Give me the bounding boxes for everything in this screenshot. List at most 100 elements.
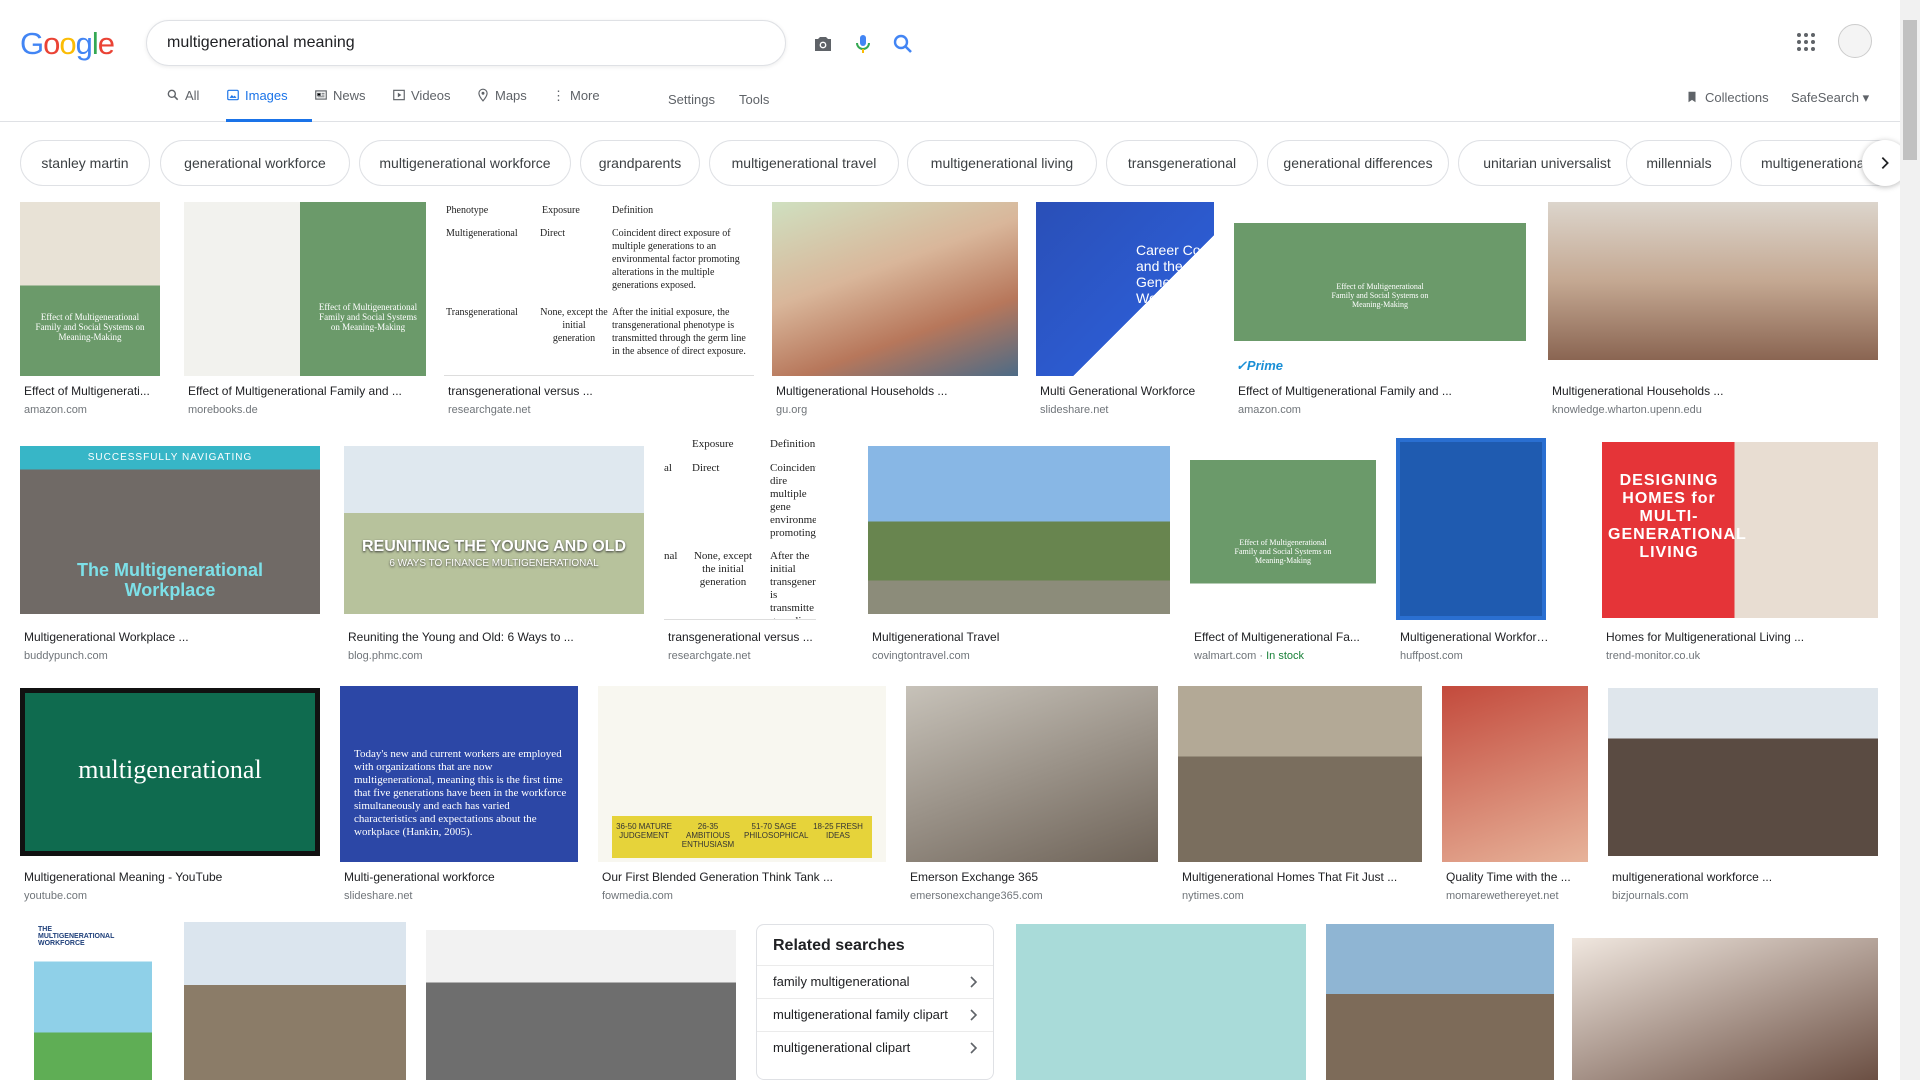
image-result[interactable]: Quality Time with the ... momarewetherey… bbox=[1442, 686, 1588, 906]
chevron-right-icon bbox=[970, 1042, 978, 1054]
chip[interactable]: multigenerational living bbox=[907, 140, 1097, 186]
tab-videos[interactable]: Videos bbox=[392, 88, 451, 122]
result-thumbnail[interactable]: SUCCESSFULLY NAVIGATING The Multigenerat… bbox=[20, 446, 320, 614]
tab-images[interactable]: Images bbox=[226, 88, 312, 122]
image-result[interactable] bbox=[1326, 924, 1554, 1080]
search-box bbox=[146, 20, 912, 66]
chip[interactable]: generational workforce bbox=[160, 140, 350, 186]
result-thumbnail[interactable] bbox=[1178, 686, 1422, 862]
image-result[interactable]: Effect of Multigenerational Family and S… bbox=[184, 202, 426, 422]
bookmark-icon bbox=[1688, 91, 1696, 103]
result-thumbnail[interactable] bbox=[906, 686, 1158, 862]
scrollbar-thumb[interactable] bbox=[1903, 20, 1917, 160]
caret-down-icon: ▾ bbox=[1862, 90, 1870, 105]
image-result[interactable]: 36-50 MATURE JUDGEMENT 26-35 AMBITIOUS E… bbox=[598, 686, 886, 906]
page-scrollbar[interactable] bbox=[1900, 0, 1920, 1080]
image-result[interactable]: Multigenerational Households ... knowled… bbox=[1548, 202, 1878, 422]
result-thumbnail[interactable]: multigenerational bbox=[20, 688, 320, 856]
chip[interactable]: grandparents bbox=[580, 140, 700, 186]
search-icon[interactable] bbox=[891, 32, 915, 56]
image-result[interactable]: Emerson Exchange 365 emersonexchange365.… bbox=[906, 686, 1158, 906]
result-source: walmart.com · In stock bbox=[1194, 650, 1305, 662]
chip[interactable]: generational differences bbox=[1267, 140, 1449, 186]
tab-maps[interactable]: Maps bbox=[476, 88, 527, 122]
chip[interactable]: stanley martin bbox=[20, 140, 150, 186]
top-header: Google All Images News Videos bbox=[0, 0, 1920, 122]
image-result[interactable]: Phenotype Exposure Definition Multigener… bbox=[444, 202, 754, 422]
result-thumbnail[interactable]: Today's new and current workers are empl… bbox=[340, 686, 578, 862]
chip[interactable]: multigenerational workforce bbox=[359, 140, 571, 186]
result-thumbnail[interactable]: 36-50 MATURE JUDGEMENT 26-35 AMBITIOUS E… bbox=[598, 686, 886, 862]
collections-link[interactable]: Collections bbox=[1685, 90, 1769, 105]
related-search-item[interactable]: multigenerational clipart bbox=[757, 1031, 993, 1064]
map-pin-icon bbox=[478, 88, 488, 102]
result-thumbnail[interactable]: Effect of Multigenerational Family and S… bbox=[1234, 202, 1526, 376]
result-thumbnail[interactable]: Effect of Multigenerational Family and S… bbox=[20, 202, 160, 376]
image-result[interactable]: Multigenerational Homes That Fit Just ..… bbox=[1178, 686, 1422, 906]
camera-icon[interactable] bbox=[811, 32, 835, 56]
result-thumbnail[interactable] bbox=[1396, 438, 1546, 620]
chip[interactable]: millennials bbox=[1626, 140, 1732, 186]
result-thumbnail[interactable] bbox=[868, 446, 1170, 614]
result-thumbnail[interactable] bbox=[772, 202, 1018, 376]
image-result[interactable]: Effect of Multigenerational Family and S… bbox=[20, 202, 160, 422]
chevron-right-icon bbox=[1881, 157, 1889, 169]
google-logo[interactable]: Google bbox=[20, 26, 115, 62]
result-thumbnail[interactable] bbox=[1326, 924, 1554, 1080]
image-result[interactable]: Multigenerational Workforce ... huffpost… bbox=[1396, 438, 1550, 666]
microphone-icon[interactable] bbox=[851, 32, 875, 56]
tab-tools[interactable]: Tools bbox=[739, 92, 769, 107]
image-result[interactable]: THE MULTIGENERATIONAL WORKFORCE bbox=[20, 922, 164, 1080]
result-thumbnail[interactable]: Effect of Multigenerational Family and S… bbox=[184, 202, 426, 376]
related-search-item[interactable]: family multigenerational bbox=[757, 965, 993, 998]
result-thumbnail[interactable] bbox=[1016, 924, 1306, 1080]
result-thumbnail[interactable]: Exposure Definition al Direct Coincident… bbox=[664, 438, 816, 620]
chip[interactable]: transgenerational bbox=[1106, 140, 1258, 186]
image-result[interactable]: REUNITING THE YOUNG AND OLD 6 WAYS TO FI… bbox=[344, 438, 644, 666]
result-thumbnail[interactable]: Effect of Multigenerational Family and S… bbox=[1190, 438, 1376, 620]
result-thumbnail[interactable] bbox=[1442, 686, 1588, 862]
image-result[interactable]: DESIGNING HOMES for MULTI-GENERATIONAL L… bbox=[1602, 438, 1878, 666]
image-result[interactable]: Today's new and current workers are empl… bbox=[340, 686, 578, 906]
image-result[interactable]: Effect of Multigenerational Family and S… bbox=[1234, 202, 1526, 422]
tab-all[interactable]: All bbox=[166, 88, 199, 122]
account-avatar[interactable] bbox=[1838, 24, 1872, 58]
image-result[interactable]: Exposure Definition al Direct Coincident… bbox=[664, 438, 816, 666]
result-thumbnail[interactable] bbox=[426, 930, 736, 1080]
image-result[interactable]: SUCCESSFULLY NAVIGATING The Multigenerat… bbox=[20, 438, 320, 666]
chevron-right-icon bbox=[970, 1009, 978, 1021]
result-thumbnail[interactable] bbox=[1572, 938, 1878, 1080]
image-result[interactable]: Career Coa and the N Generat Work Theres… bbox=[1036, 202, 1214, 422]
chevron-right-icon bbox=[970, 976, 978, 988]
image-result[interactable]: multigenerational workforce ... bizjourn… bbox=[1608, 686, 1878, 906]
image-result[interactable] bbox=[1016, 924, 1306, 1080]
image-result[interactable]: Multigenerational Households ... gu.org bbox=[772, 202, 1018, 422]
image-result[interactable] bbox=[1572, 938, 1878, 1080]
result-thumbnail[interactable]: DESIGNING HOMES for MULTI-GENERATIONAL L… bbox=[1602, 442, 1878, 618]
image-result[interactable]: multigenerational Multigenerational Mean… bbox=[20, 686, 320, 906]
tab-news[interactable]: News bbox=[314, 88, 366, 122]
apps-grid-icon[interactable] bbox=[1794, 30, 1818, 54]
search-input[interactable] bbox=[167, 31, 627, 55]
result-thumbnail[interactable]: REUNITING THE YOUNG AND OLD 6 WAYS TO FI… bbox=[344, 446, 644, 614]
result-thumbnail[interactable] bbox=[1608, 688, 1878, 856]
result-thumbnail[interactable] bbox=[1548, 202, 1878, 360]
chip[interactable]: unitarian universalist bbox=[1458, 140, 1636, 186]
result-thumbnail[interactable]: Phenotype Exposure Definition Multigener… bbox=[444, 202, 754, 376]
related-search-item[interactable]: multigenerational family clipart bbox=[757, 998, 993, 1031]
tab-settings[interactable]: Settings bbox=[668, 92, 715, 107]
image-result[interactable] bbox=[184, 922, 406, 1080]
result-thumbnail[interactable]: Career Coa and the N Generat Work Theres… bbox=[1036, 202, 1214, 376]
related-searches-title: Related searches bbox=[773, 937, 905, 954]
image-result[interactable]: Effect of Multigenerational Family and S… bbox=[1190, 438, 1376, 666]
chip[interactable]: multigenerational travel bbox=[709, 140, 899, 186]
tab-more[interactable]: ⋮ More bbox=[552, 88, 600, 122]
image-result[interactable] bbox=[426, 930, 736, 1080]
result-thumbnail[interactable] bbox=[184, 922, 406, 1080]
image-result[interactable]: Multigenerational Travel covingtontravel… bbox=[868, 438, 1170, 666]
related-searches-panel: Related searches family multigenerationa… bbox=[756, 924, 994, 1080]
safesearch-dropdown[interactable]: SafeSearch ▾ bbox=[1791, 90, 1869, 106]
more-vert-icon: ⋮ bbox=[552, 88, 565, 103]
news-icon bbox=[315, 90, 327, 100]
result-thumbnail[interactable]: THE MULTIGENERATIONAL WORKFORCE bbox=[34, 922, 152, 1080]
